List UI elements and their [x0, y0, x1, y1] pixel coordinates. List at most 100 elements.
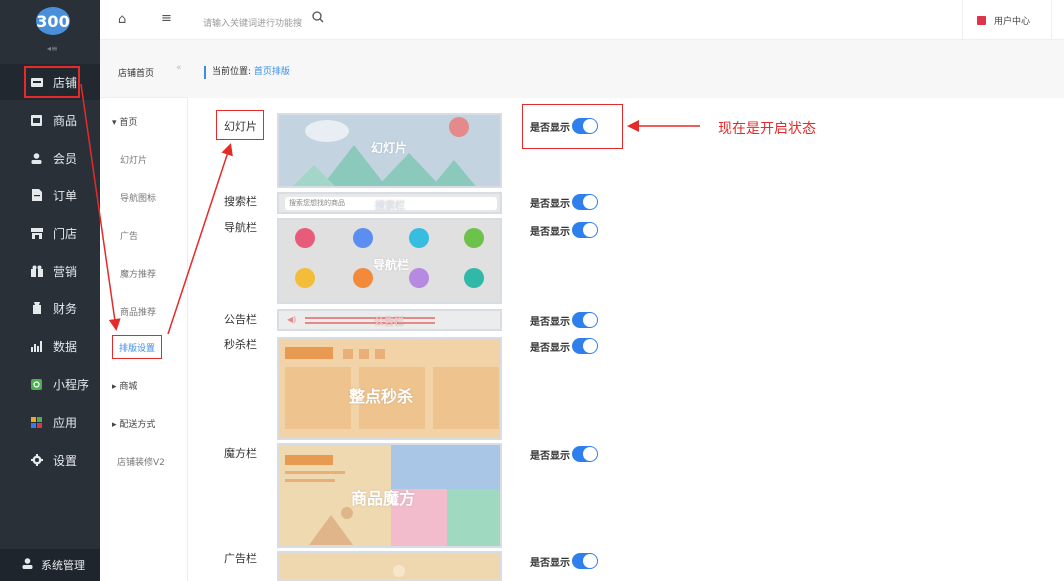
- sidebar-item-label: 会员: [53, 151, 78, 166]
- sidebar-item-label: 营销: [53, 264, 78, 279]
- sidebar-item-member[interactable]: 会员: [0, 140, 100, 176]
- seckill-preview: 整点秒杀: [277, 337, 502, 440]
- subnav-item-mall[interactable]: ▸ 商城: [112, 379, 137, 392]
- user-center-icon: [977, 15, 986, 25]
- nav-preview: 导航栏: [277, 218, 502, 304]
- subnav-item-cube[interactable]: 魔方推荐: [120, 267, 156, 280]
- toggle-switch[interactable]: [572, 222, 598, 238]
- sidebar-item-finance[interactable]: 财务: [0, 290, 100, 326]
- admin-icon: [22, 558, 33, 572]
- row-label-navbar: 导航栏: [224, 221, 257, 234]
- sidebar-item-data[interactable]: 数据: [0, 328, 100, 364]
- slideshow-preview-label: 幻灯片: [371, 141, 408, 155]
- user-center-button[interactable]: 用户中心: [962, 0, 1052, 40]
- annotation-text: 现在是开启状态: [718, 121, 816, 137]
- toggle-searchbar[interactable]: 是否显示: [530, 194, 598, 210]
- sidebar-item-marketing[interactable]: 营销: [0, 253, 100, 289]
- cube-preview: 商品魔方: [277, 443, 502, 548]
- sidebar-item-order[interactable]: 订单: [0, 177, 100, 213]
- breadcrumb-bar: [188, 40, 1064, 98]
- subnav-item-ad[interactable]: 广告: [120, 229, 138, 242]
- breadcrumb-current[interactable]: 首页排版: [254, 67, 290, 77]
- store-highlight-box: [24, 66, 80, 98]
- subnav-item-nav-icons[interactable]: 导航图标: [120, 191, 156, 204]
- search-preview-label: 搜索栏: [375, 201, 405, 212]
- toggle-switch[interactable]: [572, 553, 598, 569]
- menu-icon[interactable]: ≡: [161, 11, 172, 26]
- sidebar-item-shop[interactable]: 门店: [0, 215, 100, 251]
- marketing-icon: [30, 265, 43, 278]
- subnav-item-delivery[interactable]: ▸ 配送方式: [112, 417, 155, 430]
- home-icon[interactable]: ⌂: [118, 12, 126, 27]
- sub-sidebar-header: 店铺首页 «: [100, 40, 188, 98]
- gear-icon: [30, 454, 43, 467]
- subnav-item-slideshow[interactable]: 幻灯片: [120, 153, 147, 166]
- seckill-preview-label: 整点秒杀: [349, 387, 414, 406]
- logo: 300: [36, 7, 70, 35]
- sidebar-item-label: 门店: [53, 226, 78, 241]
- sidebar-item-label: 数据: [53, 339, 78, 354]
- order-icon: [30, 189, 43, 202]
- subnav-item-home[interactable]: ▾ 首页: [112, 115, 137, 128]
- subnav-item-goods-rec[interactable]: 商品推荐: [120, 305, 156, 318]
- toggle-navbar[interactable]: 是否显示: [530, 222, 598, 238]
- toggle-switch[interactable]: [572, 338, 598, 354]
- ad-preview: [277, 551, 502, 581]
- sidebar-item-label: 设置: [53, 453, 78, 468]
- app-root: ⌂ ≡ 请输入关键词进行功能搜 用户中心 300 ◂≡ 店铺 商品 会员 订单 …: [0, 0, 1064, 581]
- search-preview-placeholder: 搜索您想找的商品: [289, 199, 345, 207]
- toggle-switch[interactable]: [572, 312, 598, 328]
- toggle-cube[interactable]: 是否显示: [530, 446, 598, 462]
- toggle-ad[interactable]: 是否显示: [530, 553, 598, 569]
- search-icon[interactable]: [312, 11, 324, 26]
- sidebar-item-apps[interactable]: 应用: [0, 404, 100, 440]
- user-center-label: 用户中心: [994, 16, 1031, 27]
- sidebar-item-label: 小程序: [53, 377, 90, 392]
- notice-preview: ◀) 公告栏: [277, 309, 502, 331]
- finance-icon: [30, 302, 43, 315]
- apps-icon: [30, 416, 43, 429]
- sidebar-item-label: 订单: [53, 188, 78, 203]
- sidebar-item-settings[interactable]: 设置: [0, 442, 100, 478]
- subnav-item-layout-settings[interactable]: 排版设置: [112, 335, 162, 359]
- nav-preview-label: 导航栏: [373, 258, 410, 272]
- toggle-highlight-box: [522, 104, 623, 149]
- sidebar-item-goods[interactable]: 商品: [0, 102, 100, 138]
- search-input[interactable]: 请输入关键词进行功能搜: [203, 16, 302, 29]
- slideshow-label-highlight: [216, 110, 264, 140]
- sub-sidebar-title: 店铺首页: [118, 69, 155, 79]
- toggle-seckill[interactable]: 是否显示: [530, 338, 598, 354]
- row-label-cube: 魔方栏: [224, 447, 257, 460]
- toggle-label: 是否显示: [530, 450, 570, 462]
- system-management-label: 系统管理: [41, 559, 85, 572]
- miniapp-icon: [30, 378, 43, 391]
- notice-preview-label: 公告栏: [374, 317, 404, 328]
- collapse-icon[interactable]: ◂≡: [47, 44, 58, 53]
- shop-icon: [30, 227, 43, 240]
- search-preview: 搜索您想找的商品 搜索栏: [277, 192, 502, 214]
- toggle-switch[interactable]: [572, 446, 598, 462]
- sub-collapse-icon[interactable]: «: [176, 63, 182, 73]
- slideshow-preview: 幻灯片: [277, 113, 502, 188]
- sidebar-item-label: 应用: [53, 415, 78, 430]
- toggle-label: 是否显示: [530, 342, 570, 354]
- goods-icon: [30, 114, 43, 127]
- member-icon: [30, 152, 43, 165]
- sidebar-item-miniapp[interactable]: 小程序: [0, 366, 100, 402]
- toggle-notice[interactable]: 是否显示: [530, 312, 598, 328]
- cube-illustration: [309, 507, 353, 545]
- row-label-ad: 广告栏: [224, 552, 257, 565]
- breadcrumb-prefix: 当前位置:: [212, 67, 252, 77]
- sidebar-item-label: 财务: [53, 301, 78, 316]
- toggle-label: 是否显示: [530, 198, 570, 210]
- toggle-switch[interactable]: [572, 194, 598, 210]
- system-management-button[interactable]: 系统管理: [0, 549, 100, 581]
- cube-preview-label: 商品魔方: [351, 489, 416, 508]
- data-icon: [30, 340, 43, 353]
- toggle-label: 是否显示: [530, 557, 570, 569]
- row-label-seckill: 秒杀栏: [224, 338, 257, 351]
- breadcrumb: 当前位置: 首页排版: [204, 66, 290, 79]
- subnav-item-decor-v2[interactable]: 店铺装修V2: [117, 455, 165, 468]
- speaker-icon: ◀): [287, 315, 297, 324]
- row-label-notice: 公告栏: [224, 313, 257, 326]
